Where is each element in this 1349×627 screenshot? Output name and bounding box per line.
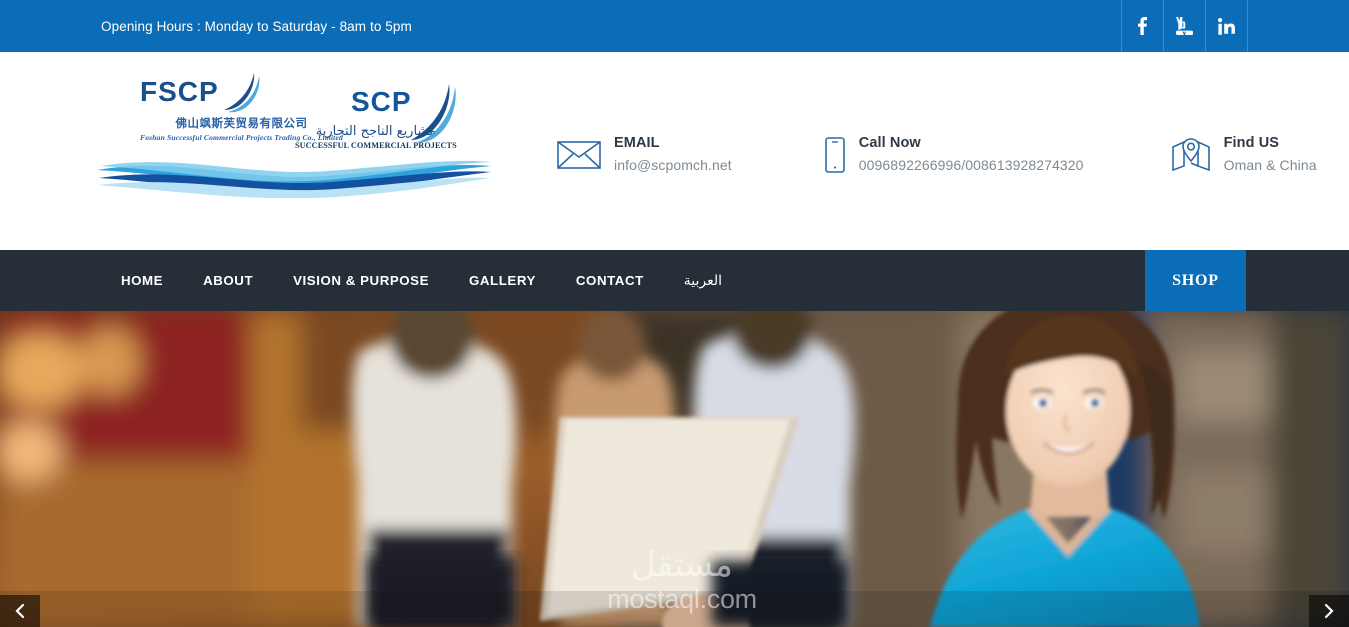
- carousel-prev-button[interactable]: [0, 595, 40, 627]
- shop-button[interactable]: SHOP: [1145, 250, 1246, 311]
- contact-email-title: EMAIL: [614, 135, 660, 151]
- logo-wave-decoration: [97, 160, 491, 198]
- contact-email[interactable]: EMAIL info@scpomch.net: [557, 134, 732, 176]
- contact-location[interactable]: Find US Oman & China: [1171, 134, 1317, 176]
- contact-phone-title: Call Now: [858, 135, 921, 151]
- contact-phone-text: Call Now 0096892266996/008613928274320: [859, 134, 1084, 176]
- nav-item-home[interactable]: HOME: [101, 273, 183, 288]
- fscp-wordmark: FSCP: [140, 76, 219, 107]
- youtube-link[interactable]: [1163, 0, 1205, 52]
- social-links: [1121, 0, 1349, 52]
- contact-phone[interactable]: Call Now 0096892266996/008613928274320: [824, 134, 1084, 178]
- logo-scp: SCP مشاريع الناجح التجارية SUCCESSFUL CO…: [295, 84, 457, 150]
- chevron-right-icon: [1322, 603, 1336, 619]
- linkedin-link[interactable]: [1205, 0, 1247, 52]
- contact-phone-value: 0096892266996/008613928274320: [858, 156, 1084, 173]
- site-header: FSCP 佛山飒斯芙贸易有限公司 Foshan Successful Comme…: [0, 52, 1349, 250]
- map-pin-icon: [1171, 137, 1211, 176]
- facebook-link[interactable]: [1121, 0, 1163, 52]
- fscp-swoosh-icon: [224, 73, 260, 113]
- chevron-left-icon: [13, 603, 27, 619]
- nav-item-contact[interactable]: CONTACT: [556, 273, 664, 288]
- scp-swoosh-icon: [411, 84, 456, 143]
- top-bar: Opening Hours : Monday to Saturday - 8am…: [0, 0, 1349, 52]
- opening-hours-text: Opening Hours : Monday to Saturday - 8am…: [101, 18, 412, 34]
- facebook-icon: [1138, 17, 1147, 35]
- header-contacts: EMAIL info@scpomch.net Call Now 00968922…: [515, 134, 1349, 178]
- linkedin-icon: [1218, 17, 1235, 35]
- youtube-icon: [1176, 17, 1193, 35]
- contact-location-value: Oman & China: [1223, 156, 1317, 173]
- carousel-next-button[interactable]: [1309, 595, 1349, 627]
- social-spacer: [1247, 0, 1349, 52]
- nav-item-about[interactable]: ABOUT: [183, 273, 273, 288]
- hero-carousel: [0, 311, 1349, 627]
- mobile-phone-icon: [824, 137, 846, 178]
- contact-location-title: Find US: [1223, 135, 1280, 151]
- site-logo[interactable]: FSCP 佛山飒斯芙贸易有限公司 Foshan Successful Comme…: [95, 70, 515, 200]
- hero-background-image: [0, 311, 1349, 627]
- envelope-icon: [557, 137, 601, 174]
- scp-wordmark: SCP: [351, 86, 412, 117]
- nav-item-arabic[interactable]: العربية: [664, 273, 742, 289]
- contact-email-value: info@scpomch.net: [614, 156, 732, 173]
- nav-item-gallery[interactable]: GALLERY: [449, 273, 556, 288]
- contact-email-text: EMAIL info@scpomch.net: [614, 134, 732, 176]
- main-navigation: HOME ABOUT VISION & PURPOSE GALLERY CONT…: [0, 250, 1349, 311]
- contact-location-text: Find US Oman & China: [1224, 134, 1317, 176]
- nav-links: HOME ABOUT VISION & PURPOSE GALLERY CONT…: [101, 273, 742, 289]
- nav-item-vision[interactable]: VISION & PURPOSE: [273, 273, 449, 288]
